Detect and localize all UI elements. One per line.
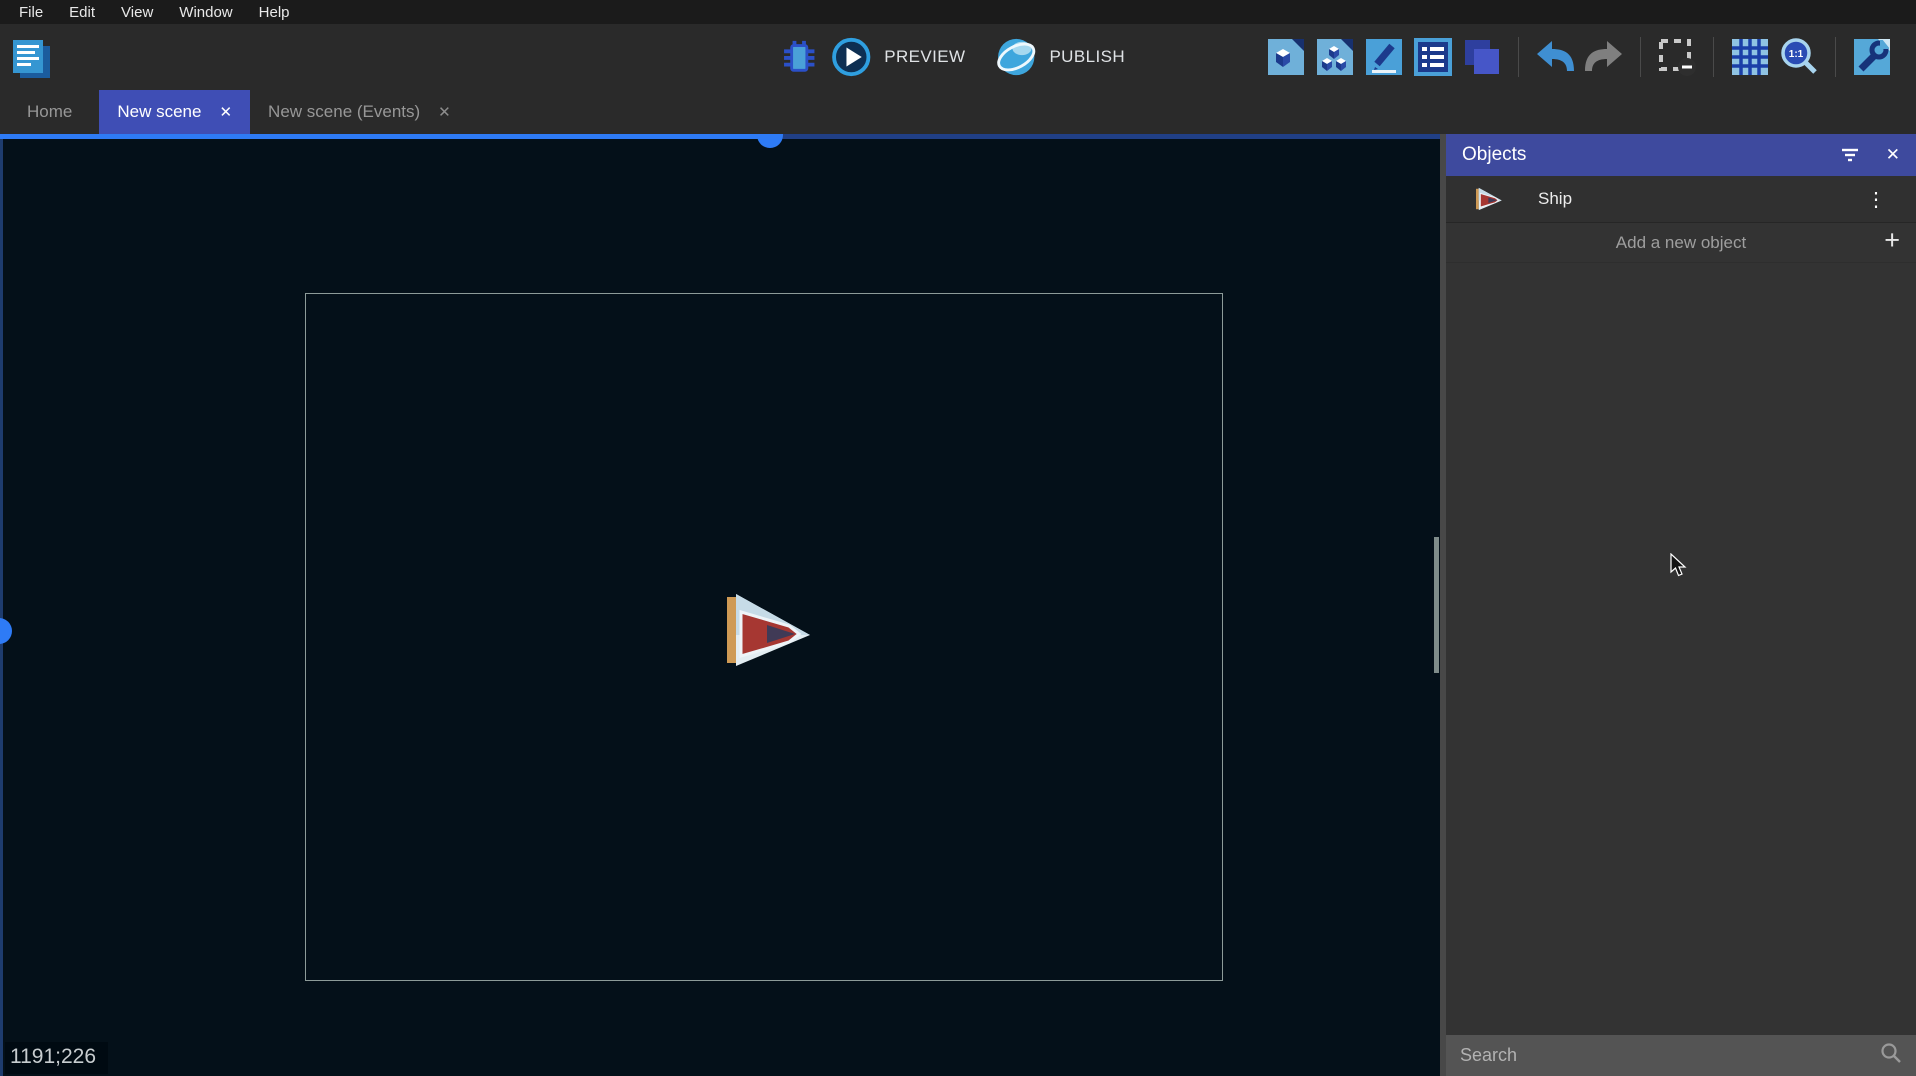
horizontal-scroll-line	[0, 134, 770, 139]
publish-globe-icon[interactable]	[995, 36, 1037, 78]
search-bar	[1446, 1035, 1916, 1076]
preview-play-icon[interactable]	[830, 36, 872, 78]
menu-bar: File Edit View Window Help	[0, 0, 1916, 24]
tab-label: Home	[27, 102, 72, 122]
object-groups-icon[interactable]	[1315, 37, 1355, 77]
close-icon[interactable]: ✕	[219, 105, 232, 120]
zoom-1-1-icon[interactable]: 1:1	[1779, 37, 1819, 77]
debug-icon[interactable]	[780, 38, 818, 76]
menu-edit[interactable]: Edit	[56, 2, 108, 23]
settings-wrench-icon[interactable]	[1852, 37, 1892, 77]
menu-file[interactable]: File	[6, 2, 56, 23]
project-manager-icon[interactable]	[8, 35, 54, 81]
cursor-coordinates-label: 1191;226	[5, 1042, 108, 1074]
panel-title: Objects	[1462, 144, 1814, 166]
tab-label: New scene	[117, 102, 201, 122]
ship-instance[interactable]	[727, 592, 811, 668]
scene-canvas[interactable]: 1191;226	[0, 134, 1440, 1076]
horizontal-scroll-handle[interactable]	[757, 134, 783, 148]
toolbar-separator	[1713, 37, 1714, 77]
publish-button[interactable]: PUBLISH	[1049, 47, 1125, 67]
panel-empty-area	[1446, 263, 1916, 1035]
horizontal-scroll-track	[770, 134, 1440, 139]
ship-thumbnail-icon	[1476, 186, 1502, 212]
close-icon[interactable]: ✕	[438, 105, 451, 120]
add-new-object-label: Add a new object	[1616, 233, 1746, 253]
instances-list-icon[interactable]	[1413, 37, 1453, 77]
close-icon[interactable]: ✕	[1886, 145, 1900, 165]
vertical-scroll-line	[0, 134, 3, 1076]
filter-icon[interactable]	[1840, 147, 1860, 163]
tab-new-scene[interactable]: New scene ✕	[99, 90, 250, 134]
properties-icon[interactable]	[1364, 37, 1404, 77]
vertical-scroll-handle[interactable]	[0, 618, 12, 644]
tab-strip: Home New scene ✕ New scene (Events) ✕	[0, 90, 1916, 134]
toolbar-separator	[1640, 37, 1641, 77]
tab-label: New scene (Events)	[268, 102, 420, 122]
toolbar: PREVIEW PUBLISH	[0, 24, 1916, 90]
search-input[interactable]	[1460, 1045, 1880, 1066]
object-name: Ship	[1538, 189, 1862, 209]
svg-text:1:1: 1:1	[1789, 49, 1804, 60]
canvas-vertical-scrollbar[interactable]	[1434, 537, 1439, 673]
preview-button[interactable]: PREVIEW	[884, 47, 965, 67]
mouse-cursor	[1670, 553, 1687, 578]
objects-panel-header: Objects ✕	[1446, 134, 1916, 176]
menu-help[interactable]: Help	[246, 2, 303, 23]
objects-panel-icon[interactable]	[1266, 37, 1306, 77]
clear-selection-icon[interactable]	[1657, 37, 1697, 77]
project-manager-icon	[8, 35, 54, 81]
plus-icon[interactable]: +	[1884, 227, 1900, 254]
toolbar-separator	[1518, 37, 1519, 77]
menu-window[interactable]: Window	[166, 2, 245, 23]
toolbar-separator	[1835, 37, 1836, 77]
objects-panel: Objects ✕ Ship ⋮ Add a new object +	[1446, 134, 1916, 1076]
search-icon[interactable]	[1880, 1042, 1902, 1069]
add-new-object-button[interactable]: Add a new object +	[1446, 223, 1916, 263]
layers-icon[interactable]	[1462, 37, 1502, 77]
grid-icon[interactable]	[1730, 37, 1770, 77]
tab-home[interactable]: Home	[0, 90, 99, 134]
menu-view[interactable]: View	[108, 2, 166, 23]
undo-icon[interactable]	[1535, 37, 1575, 77]
tab-new-scene-events[interactable]: New scene (Events) ✕	[250, 90, 469, 134]
more-options-icon[interactable]: ⋮	[1862, 187, 1890, 212]
object-row-ship[interactable]: Ship ⋮	[1446, 176, 1916, 223]
redo-icon[interactable]	[1584, 37, 1624, 77]
